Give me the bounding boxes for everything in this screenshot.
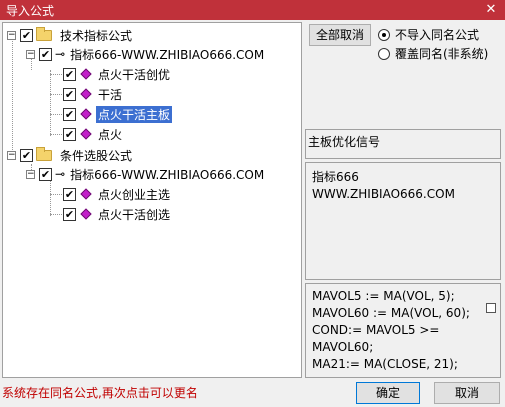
collapse-icon[interactable]: − xyxy=(7,30,16,40)
description-panel: 主板优化信号 xyxy=(305,129,501,159)
description-text: 主板优化信号 xyxy=(308,135,381,149)
collapse-icon[interactable]: − xyxy=(26,169,35,179)
tree-item-selected[interactable]: ✔ 点火干活主板 xyxy=(63,105,173,123)
tree-label: 指标666-WWW.ZHIBIAO666.COM xyxy=(70,167,265,182)
checkbox[interactable]: ✔ xyxy=(63,107,76,121)
tree-label: 点火干活创优 xyxy=(98,67,171,82)
folder-icon xyxy=(36,146,52,161)
info-line: 指标666 xyxy=(312,170,359,184)
key-icon: ⊸ xyxy=(55,47,66,61)
tree-formula-select[interactable]: − ✔ ⊸ 指标666-WWW.ZHIBIAO666.COM xyxy=(26,165,266,183)
checkbox[interactable]: ✔ xyxy=(20,148,33,162)
collapse-icon[interactable]: − xyxy=(26,49,35,59)
tree-group-tech[interactable]: − ✔ 技术指标公式 xyxy=(7,26,134,44)
tree-label: 技术指标公式 xyxy=(60,28,133,43)
code-panel: MAVOL5 := MA(VOL, 5); MAVOL60 := MA(VOL,… xyxy=(305,283,501,378)
tree-label: 条件选股公式 xyxy=(60,148,133,163)
tree-item[interactable]: ✔ 干活 xyxy=(63,85,124,103)
tree-label: 指标666-WWW.ZHIBIAO666.COM xyxy=(70,47,265,62)
code-line: MAVOL60 := MA(VOL, 60); xyxy=(312,306,470,320)
info-panel: 指标666 WWW.ZHIBIAO666.COM xyxy=(305,162,501,280)
tree-label: 点火干活创选 xyxy=(98,207,171,222)
cancel-all-button[interactable]: 全部取消 xyxy=(309,24,371,46)
code-line: MAVOL5 := MA(VOL, 5); xyxy=(312,289,455,303)
tree-item[interactable]: ✔ 点火 xyxy=(63,125,124,143)
title-bar: 导入公式 ✕ xyxy=(0,0,505,20)
checkbox[interactable]: ✔ xyxy=(63,187,76,201)
formula-icon xyxy=(80,68,92,80)
radio-label: 不导入同名公式 xyxy=(395,28,480,42)
tree-item[interactable]: ✔ 点火创业主选 xyxy=(63,185,172,203)
formula-icon xyxy=(80,188,92,200)
radio-button[interactable] xyxy=(378,47,390,60)
status-message: 系统存在同名公式,再次点击可以更名 xyxy=(2,386,198,400)
radio-button[interactable] xyxy=(378,28,390,41)
folder-icon xyxy=(36,26,52,41)
checkbox[interactable]: ✔ xyxy=(39,167,52,181)
collapse-icon[interactable]: − xyxy=(7,150,16,160)
checkbox[interactable]: ✔ xyxy=(63,67,76,81)
cancel-button[interactable]: 取消 xyxy=(434,382,500,404)
tree-item[interactable]: ✔ 点火干活创优 xyxy=(63,65,172,83)
ok-button[interactable]: 确定 xyxy=(356,382,420,404)
formula-tree[interactable]: − ✔ 技术指标公式 − ✔ ⊸ 指标666-WWW.ZHIBIAO666.CO… xyxy=(2,22,302,378)
formula-icon xyxy=(80,108,92,120)
checkbox[interactable] xyxy=(486,303,496,313)
tree-label: 干活 xyxy=(98,87,123,102)
formula-icon xyxy=(80,208,92,220)
checkbox[interactable]: ✔ xyxy=(63,127,76,141)
checkbox[interactable]: ✔ xyxy=(20,28,33,42)
tree-formula-tech[interactable]: − ✔ ⊸ 指标666-WWW.ZHIBIAO666.COM xyxy=(26,45,266,63)
tree-label: 点火创业主选 xyxy=(98,187,171,202)
tree-item[interactable]: ✔ 点火干活创选 xyxy=(63,205,172,223)
formula-icon xyxy=(80,88,92,100)
radio-label: 覆盖同名(非系统) xyxy=(395,47,489,61)
code-line: MAVOL60; xyxy=(312,340,374,354)
close-icon[interactable]: ✕ xyxy=(477,0,505,20)
tree-group-select[interactable]: − ✔ 条件选股公式 xyxy=(7,146,134,164)
key-icon: ⊸ xyxy=(55,167,66,181)
code-line: MA21:= MA(CLOSE, 21); xyxy=(312,357,458,371)
info-line: WWW.ZHIBIAO666.COM xyxy=(312,187,455,201)
checkbox[interactable]: ✔ xyxy=(63,207,76,221)
code-line: COND:= MAVOL5 >= xyxy=(312,323,440,337)
radio-overwrite[interactable]: 覆盖同名(非系统) xyxy=(378,45,488,62)
tree-label: 点火干活主板 xyxy=(96,105,173,123)
tree-label: 点火 xyxy=(98,127,123,142)
window-title: 导入公式 xyxy=(6,4,55,18)
formula-icon xyxy=(80,128,92,140)
checkbox[interactable]: ✔ xyxy=(63,87,76,101)
checkbox[interactable]: ✔ xyxy=(39,47,52,61)
radio-skip-duplicate[interactable]: 不导入同名公式 xyxy=(378,26,479,43)
